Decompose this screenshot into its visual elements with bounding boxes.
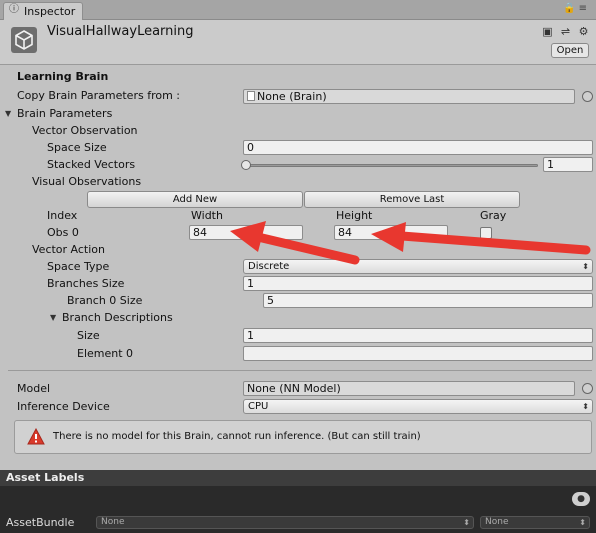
stacked-vectors-slider[interactable] <box>246 164 538 167</box>
tab-tools: 🔒≡ <box>563 3 590 14</box>
asset-labels-area: ● AssetBundle None ⬍ None ⬍ <box>0 486 596 533</box>
space-type-dropdown[interactable]: Discrete ⬍ <box>243 259 593 274</box>
branches-size-label: Branches Size <box>47 277 125 290</box>
dropdown-arrow-icon: ⬍ <box>582 262 589 271</box>
branch-0-size-field[interactable]: 5 <box>263 293 593 308</box>
copy-params-value: None (Brain) <box>257 90 327 103</box>
space-size-label: Space Size <box>47 141 107 154</box>
vector-observation-label: Vector Observation <box>32 124 138 137</box>
warning-message: There is no model for this Brain, cannot… <box>53 431 421 442</box>
tag-icon[interactable]: ● <box>572 492 590 506</box>
assetbundle-value: None <box>101 517 125 527</box>
dropdown-arrow-icon: ⬍ <box>582 402 589 411</box>
asset-labels-header[interactable]: Asset Labels <box>0 470 596 486</box>
branches-size-field[interactable]: 1 <box>243 276 593 291</box>
column-width: Width <box>191 209 223 222</box>
lock-icon[interactable]: 🔒 <box>563 3 578 14</box>
model-field[interactable]: None (NN Model) <box>243 381 575 396</box>
help-book-icon[interactable]: ▣ <box>541 25 554 38</box>
tab-inspector-label: Inspector <box>24 5 76 18</box>
obs-width-field[interactable]: 84 <box>189 225 303 240</box>
element-0-field[interactable] <box>243 346 593 361</box>
stacked-vectors-label: Stacked Vectors <box>47 158 136 171</box>
element-0-label: Element 0 <box>77 347 134 360</box>
warning-icon <box>27 428 45 445</box>
object-picker-icon[interactable] <box>582 91 593 102</box>
space-size-field[interactable]: 0 <box>243 140 593 155</box>
gear-icon[interactable]: ⚙ <box>577 25 590 38</box>
column-index: Index <box>47 209 78 222</box>
inference-device-dropdown[interactable]: CPU ⬍ <box>243 399 593 414</box>
preset-icon[interactable]: ⇌ <box>559 25 572 38</box>
branch-descriptions-label[interactable]: Branch Descriptions <box>62 311 173 325</box>
asset-variant-dropdown[interactable]: None ⬍ <box>480 516 590 529</box>
dropdown-arrow-icon: ⬍ <box>463 518 470 527</box>
copy-params-field[interactable]: None (Brain) <box>243 89 575 104</box>
column-gray: Gray <box>480 209 507 222</box>
remove-last-button[interactable]: Remove Last <box>304 191 520 208</box>
size-field[interactable]: 1 <box>243 328 593 343</box>
document-icon <box>247 91 255 101</box>
info-icon: ⓘ <box>9 4 19 15</box>
add-new-button[interactable]: Add New <box>87 191 303 208</box>
open-button[interactable]: Open <box>551 43 589 58</box>
model-label: Model <box>17 382 51 395</box>
assetbundle-dropdown[interactable]: None ⬍ <box>96 516 474 529</box>
stacked-vectors-field[interactable]: 1 <box>543 157 593 172</box>
space-type-label: Space Type <box>47 260 110 273</box>
branch-0-size-label: Branch 0 Size <box>67 294 143 307</box>
obs-row-index: Obs 0 <box>47 226 79 239</box>
menu-icon[interactable]: ≡ <box>579 3 590 14</box>
assetbundle-label: AssetBundle <box>6 516 75 529</box>
size-label: Size <box>77 329 100 342</box>
inference-device-label: Inference Device <box>17 400 110 413</box>
model-picker-icon[interactable] <box>582 383 593 394</box>
column-height: Height <box>336 209 373 222</box>
object-name: VisualHallwayLearning <box>47 24 194 39</box>
unity-asset-icon <box>11 27 37 53</box>
visual-observations-label: Visual Observations <box>32 175 142 188</box>
warning-helpbox: There is no model for this Brain, cannot… <box>14 420 592 454</box>
tab-bar: ⓘ Inspector 🔒≡ <box>0 0 596 20</box>
asset-variant-value: None <box>485 517 509 527</box>
obs-height-field[interactable]: 84 <box>334 225 448 240</box>
slider-thumb[interactable] <box>241 160 251 170</box>
gray-checkbox[interactable] <box>480 227 492 239</box>
brain-params-label[interactable]: Brain Parameters <box>17 107 112 121</box>
dropdown-arrow-icon: ⬍ <box>579 518 586 527</box>
foldout-arrow-icon[interactable]: ▼ <box>5 107 11 121</box>
section-title: Learning Brain <box>17 70 109 83</box>
space-type-value: Discrete <box>248 261 290 272</box>
inference-device-value: CPU <box>248 401 269 412</box>
header-icons: ▣ ⇌ ⚙ <box>536 25 590 38</box>
tab-inspector[interactable]: ⓘ Inspector <box>3 2 83 20</box>
branch-desc-foldout-icon[interactable]: ▼ <box>50 311 56 325</box>
divider <box>8 370 592 371</box>
vector-action-label: Vector Action <box>32 243 105 256</box>
inspector-header: VisualHallwayLearning ▣ ⇌ ⚙ Open <box>0 20 596 65</box>
copy-params-label: Copy Brain Parameters from : <box>17 89 180 102</box>
